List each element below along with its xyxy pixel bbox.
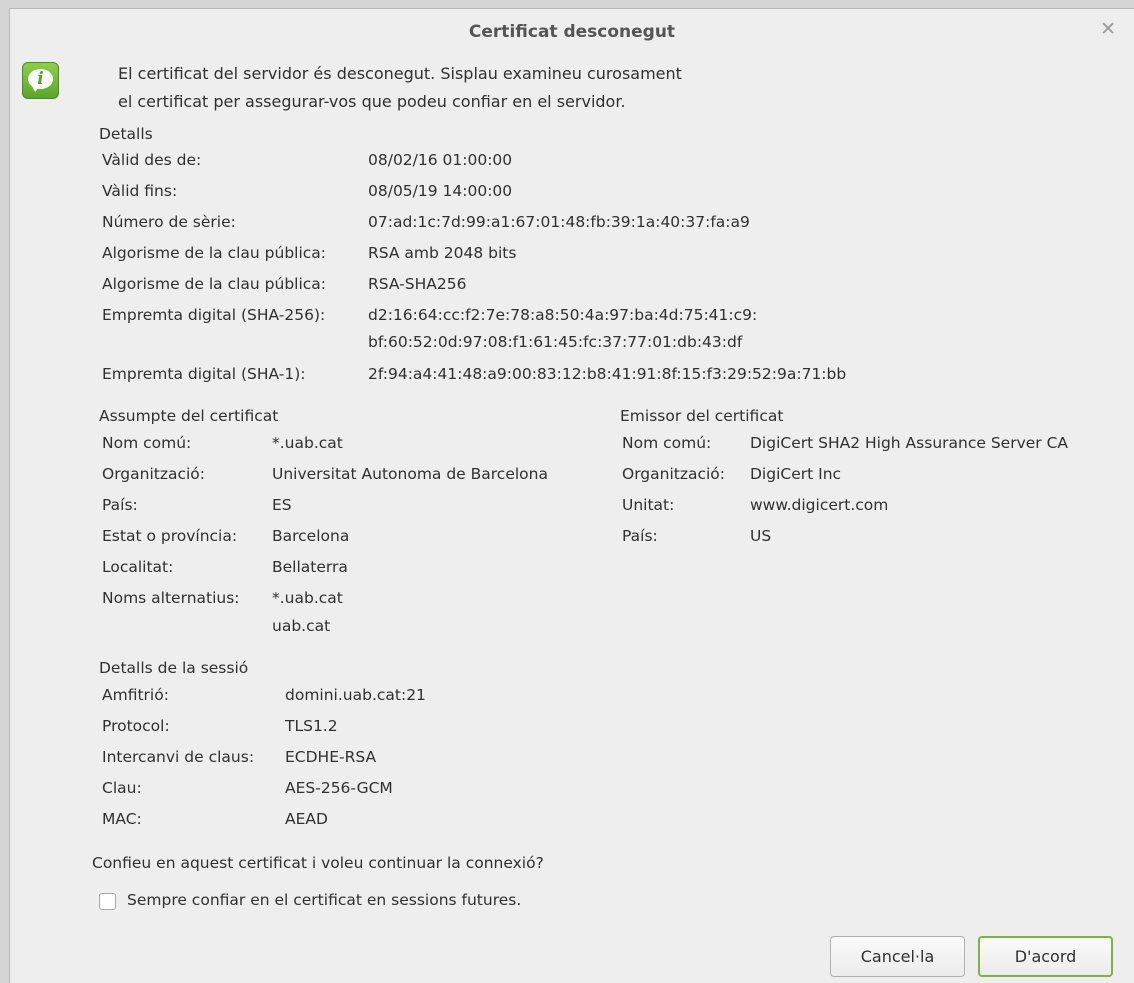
subject-value-continued: uab.cat [272, 617, 331, 635]
details-label: Vàlid des de: [102, 151, 202, 169]
details-label: Empremta digital (SHA-1): [102, 365, 306, 383]
subject-value: *.uab.cat [272, 589, 343, 607]
issuer-value: DigiCert Inc [750, 465, 842, 483]
subject-value: *.uab.cat [272, 434, 343, 452]
session-value: TLS1.2 [285, 717, 338, 735]
subject-heading: Assumpte del certificat [99, 407, 279, 425]
cancel-button[interactable]: Cancel·la [830, 936, 965, 977]
issuer-value: DigiCert SHA2 High Assurance Server CA [750, 434, 1068, 452]
session-value: domini.uab.cat:21 [285, 686, 426, 704]
details-value: RSA-SHA256 [368, 275, 467, 293]
session-heading: Detalls de la sessió [99, 659, 249, 677]
details-value: 08/05/19 14:00:00 [368, 182, 513, 200]
ok-button[interactable]: D'acord [978, 936, 1113, 977]
subject-label: Organització: [102, 465, 206, 483]
details-heading: Detalls [99, 125, 153, 143]
details-value-continued: bf:60:52:0d:97:08:f1:61:45:fc:37:77:01:d… [368, 333, 743, 351]
details-label: Número de sèrie: [102, 213, 236, 231]
details-label: Vàlid fins: [102, 182, 178, 200]
subject-value: Barcelona [272, 527, 350, 545]
session-label: Protocol: [102, 717, 170, 735]
details-value: 07:ad:1c:7d:99:a1:67:01:48:fb:39:1a:40:3… [368, 213, 750, 231]
session-value: AES-256-GCM [285, 779, 393, 797]
always-trust-label[interactable]: Sempre confiar en el certificat en sessi… [127, 891, 521, 909]
details-value: 2f:94:a4:41:48:a9:00:83:12:b8:41:91:8f:1… [368, 365, 847, 383]
issuer-value: US [750, 527, 772, 545]
always-trust-checkbox[interactable] [99, 893, 116, 910]
issuer-label: Nom comú: [622, 434, 712, 452]
subject-value: ES [272, 496, 292, 514]
issuer-label: País: [622, 527, 658, 545]
subject-label: Localitat: [102, 558, 174, 576]
message-line-1: El certificat del servidor és desconegut… [118, 64, 682, 83]
issuer-label: Unitat: [622, 496, 675, 514]
subject-label: Noms alternatius: [102, 589, 240, 607]
session-label: Amfitrió: [102, 686, 169, 704]
message-line-2: el certificat per assegurar-vos que pode… [118, 92, 626, 111]
certificate-dialog: Certificat desconegut ✕ i El certificat … [9, 8, 1134, 983]
subject-label: Estat o província: [102, 527, 238, 545]
issuer-value: www.digicert.com [750, 496, 889, 514]
details-label: Empremta digital (SHA-256): [102, 306, 326, 324]
dialog-title: Certificat desconegut [468, 22, 676, 42]
details-label: Algorisme de la clau pública: [102, 275, 327, 293]
details-label: Algorisme de la clau pública: [102, 244, 327, 262]
info-icon: i [22, 62, 59, 99]
subject-value: Bellaterra [272, 558, 348, 576]
subject-label: Nom comú: [102, 434, 192, 452]
subject-label: País: [102, 496, 138, 514]
close-icon[interactable]: ✕ [1100, 20, 1116, 39]
title-bar[interactable]: Certificat desconegut ✕ [10, 9, 1134, 55]
session-label: Clau: [102, 779, 142, 797]
details-value: 08/02/16 01:00:00 [368, 151, 513, 169]
trust-question: Confieu en aquest certificat i voleu con… [92, 854, 544, 872]
subject-value: Universitat Autonoma de Barcelona [272, 465, 548, 483]
session-label: Intercanvi de claus: [102, 748, 255, 766]
issuer-label: Organització: [622, 465, 726, 483]
issuer-heading: Emissor del certificat [620, 407, 784, 425]
session-label: MAC: [102, 810, 142, 828]
session-value: AEAD [285, 810, 328, 828]
details-value: RSA amb 2048 bits [368, 244, 517, 262]
details-value: d2:16:64:cc:f2:7e:78:a8:50:4a:97:ba:4d:7… [368, 306, 758, 324]
session-value: ECDHE-RSA [285, 748, 377, 766]
